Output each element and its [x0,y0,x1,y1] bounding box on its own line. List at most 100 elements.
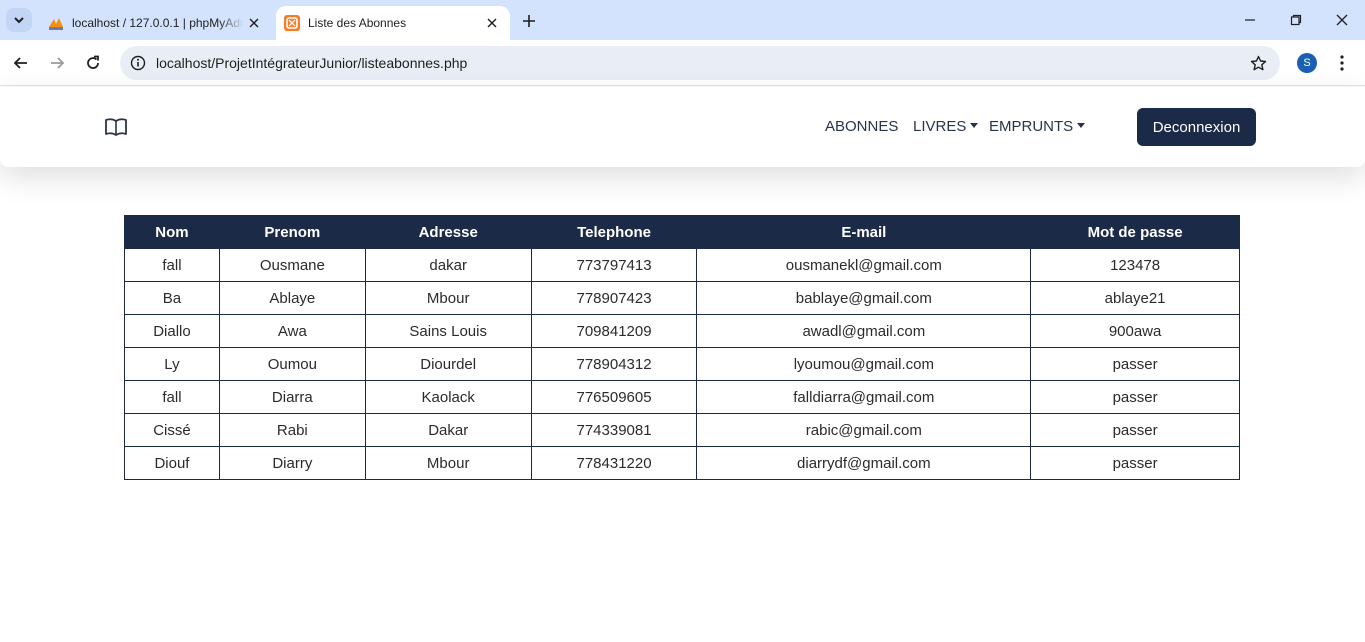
close-tab-icon[interactable] [244,13,264,33]
site-navbar: ABONNES LIVRES EMPRUNTS Deconnexion [0,87,1365,167]
cell-nom: Diallo [124,314,220,348]
table-row: fall Ousmane dakar 773797413 ousmanekl@gmail… [124,248,1240,282]
cell-nom: Diouf [124,446,220,480]
cell-nom: Cissé [124,413,220,447]
logout-button[interactable]: Deconnexion [1137,108,1256,146]
cell-nom: Ba [124,281,220,315]
book-icon[interactable] [104,116,128,138]
cell-prenom: Diarry [218,446,366,480]
cell-telephone: 776509605 [530,380,698,414]
cell-adresse: Diourdel [364,347,532,381]
cell-telephone: 778907423 [530,281,698,315]
header-telephone: Telephone [530,215,698,249]
reload-icon [87,55,99,69]
caret-down-icon [970,123,979,128]
nav-abonnes[interactable]: ABONNES [825,118,898,135]
table-row: Diouf Diarry Mbour 778431220 diarrydf@gmail.… [124,446,1240,480]
minimize-button[interactable] [1227,0,1273,40]
header-email: E-mail [696,215,1032,249]
cell-mot-de-passe: passer [1030,413,1240,447]
new-tab-button[interactable] [518,10,540,32]
arrow-right-icon [51,57,65,69]
nav-livres-dropdown[interactable]: LIVRES [913,118,979,135]
cell-prenom: Awa [218,314,366,348]
cell-nom: fall [124,248,220,282]
profile-avatar[interactable]: S [1297,53,1317,73]
cell-email: lyoumou@gmail.com [696,347,1032,381]
close-window-button[interactable] [1319,0,1365,40]
subscribers-table: Nom Prenom Adresse Telephone E-mail Mot … [124,215,1240,480]
cell-adresse: Mbour [364,281,532,315]
tab-title: Liste des Abonnes [308,16,407,30]
cell-email: bablaye@gmail.com [696,281,1032,315]
cell-mot-de-passe: ablaye21 [1030,281,1240,315]
cell-email: ousmanekl@gmail.com [696,248,1032,282]
cell-prenom: Oumou [218,347,366,381]
cell-prenom: Rabi [218,413,366,447]
tab-strip: localhost / 127.0.0.1 | phpMyAdmin Liste… [0,0,1365,40]
close-icon [1336,14,1348,26]
nav-livres-label: LIVRES [913,118,967,135]
cell-telephone: 778904312 [530,347,698,381]
tab-phpmyadmin[interactable]: localhost / 127.0.0.1 | phpMyAdmin [40,6,272,40]
tab-liste-abonnes[interactable]: Liste des Abonnes [276,6,510,40]
cell-adresse: dakar [364,248,532,282]
cell-nom: Ly [124,347,220,381]
chevron-down-icon [14,17,24,24]
cell-telephone: 778431220 [530,446,698,480]
cell-email: diarrydf@gmail.com [696,446,1032,480]
cell-telephone: 773797413 [530,248,698,282]
table-row: Ly Oumou Diourdel 778904312 lyoumou@gmail.co… [124,347,1240,381]
cell-mot-de-passe: passer [1030,380,1240,414]
header-mot-de-passe: Mot de passe [1030,215,1240,249]
cell-adresse: Kaolack [364,380,532,414]
nav-emprunts-label: EMPRUNTS [989,118,1074,135]
site-info-icon[interactable] [128,53,148,73]
caret-down-icon [1077,123,1086,128]
cell-mot-de-passe: 123478 [1030,248,1240,282]
cell-prenom: Diarra [218,380,366,414]
table-row: Diallo Awa Sains Louis 709841209 awadl@gmail… [124,314,1240,348]
tab-title: localhost / 127.0.0.1 | phpMyAdmin [72,16,244,30]
cell-email: falldiarra@gmail.com [696,380,1032,414]
table-row: Ba Ablaye Mbour 778907423 bablaye@gmail.com a… [124,281,1240,315]
close-tab-icon[interactable] [482,13,502,33]
reload-button[interactable] [79,49,107,77]
cell-email: awadl@gmail.com [696,314,1032,348]
table-row: fall Diarra Kaolack 776509605 falldiarra@gma… [124,380,1240,414]
cell-adresse: Dakar [364,413,532,447]
nav-emprunts-dropdown[interactable]: EMPRUNTS [989,118,1086,135]
browser-toolbar: localhost/ProjetIntégrateurJunior/listea… [0,40,1365,86]
restore-button[interactable] [1273,0,1319,40]
browser-menu-icon[interactable] [1332,52,1352,74]
cell-telephone: 709841209 [530,314,698,348]
cell-email: rabic@gmail.com [696,413,1032,447]
cell-mot-de-passe: passer [1030,446,1240,480]
header-adresse: Adresse [364,215,532,249]
cell-adresse: Mbour [364,446,532,480]
restore-icon [1290,14,1302,26]
cell-mot-de-passe: 900awa [1030,314,1240,348]
bookmark-star-icon[interactable] [1248,53,1268,73]
cell-mot-de-passe: passer [1030,347,1240,381]
tab-search-button[interactable] [6,8,32,32]
plus-icon [523,15,535,27]
url-text[interactable]: localhost/ProjetIntégrateurJunior/listea… [156,55,467,71]
forward-button[interactable] [43,49,71,77]
address-bar[interactable]: localhost/ProjetIntégrateurJunior/listea… [120,46,1280,80]
table-header-row: Nom Prenom Adresse Telephone E-mail Mot … [124,215,1240,249]
cell-prenom: Ousmane [218,248,366,282]
page-content: ABONNES LIVRES EMPRUNTS Deconnexion Nom … [0,87,1365,642]
arrow-left-icon [13,57,27,69]
phpmyadmin-icon [49,18,63,30]
cell-prenom: Ablaye [218,281,366,315]
header-nom: Nom [124,215,220,249]
table-row: Cissé Rabi Dakar 774339081 rabic@gmail.com pa… [124,413,1240,447]
minimize-icon [1245,19,1255,21]
header-prenom: Prenom [218,215,366,249]
xampp-icon [284,15,300,31]
back-button[interactable] [7,49,35,77]
cell-telephone: 774339081 [530,413,698,447]
cell-adresse: Sains Louis [364,314,532,348]
cell-nom: fall [124,380,220,414]
